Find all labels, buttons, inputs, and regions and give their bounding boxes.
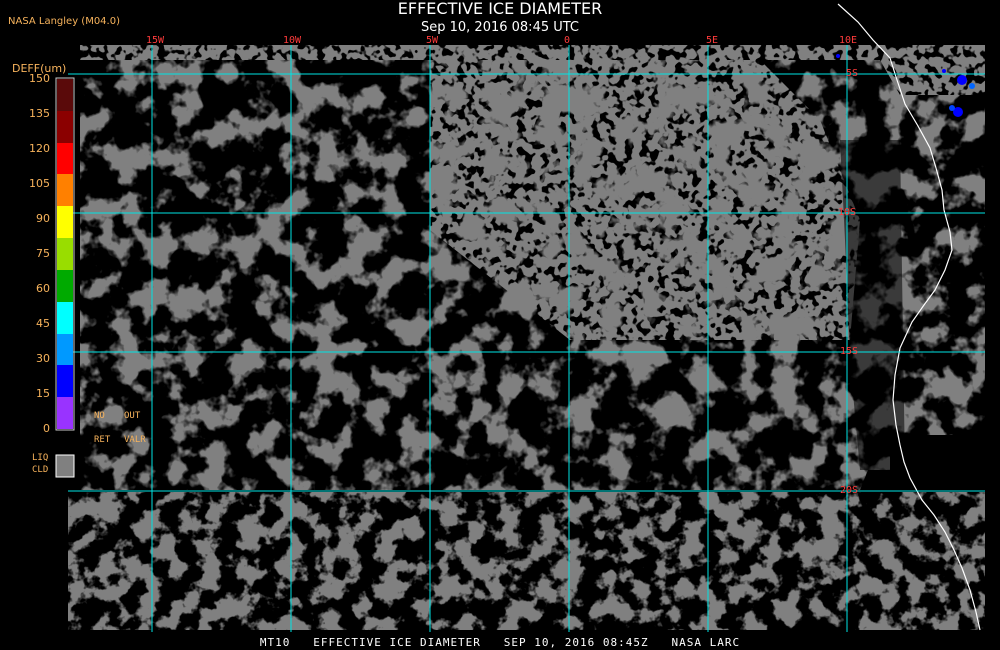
map-timestamp: Sep 10, 2016 08:45 UTC [420, 20, 580, 35]
colorbar-swatch [57, 206, 73, 239]
map-title: EFFECTIVE ICE DIAMETER [397, 0, 603, 18]
lat-label-20s: 20S [840, 485, 859, 496]
colorbar-tick-label: 120 [29, 142, 50, 155]
colorbar-swatch [57, 142, 73, 175]
colorbar-tick-label: 45 [36, 317, 50, 330]
no-retrieval-label: NO RET [94, 411, 111, 445]
colorbar-swatch [57, 269, 73, 302]
colorbar-swatch [57, 365, 73, 398]
colorbar-swatch [57, 301, 73, 334]
lat-label-5s: 5S [846, 68, 859, 79]
colorbar-tick-label: 30 [36, 352, 50, 365]
lon-label-15w: 15W [146, 35, 165, 46]
lon-label-5e: 5E [706, 35, 719, 46]
colorbar-tick-label: 15 [36, 387, 50, 400]
colorbar-tick-label: 135 [29, 107, 50, 120]
colorbar-swatch [57, 110, 73, 143]
lon-label-10w: 10W [283, 35, 302, 46]
colorbar-tick-label: 105 [29, 177, 50, 190]
colorbar-swatch [57, 238, 73, 271]
out-of-range-label: OUT VALR [124, 411, 146, 445]
colorbar-swatch [57, 333, 73, 366]
colorbar-tick-label: 90 [36, 212, 50, 225]
data-source: NASA Langley (M04.0) [8, 16, 120, 27]
colorbar-swatch [57, 174, 73, 207]
liquid-cloud-label: LIQ CLD [32, 453, 49, 475]
lon-label-10e: 10E [839, 35, 858, 46]
colorbar-tick-label: 75 [36, 247, 50, 260]
lon-label-5w: 5W [426, 35, 439, 46]
lon-label-0: 0 [564, 35, 571, 46]
colorbar-swatch [57, 397, 73, 430]
colorbar-tick-label: 150 [29, 72, 50, 85]
lat-label-15s: 15S [840, 346, 859, 357]
colorbar-tick-label: 0 [43, 422, 50, 435]
colorbar-tick-label: 60 [36, 282, 50, 295]
colorbar-swatch [57, 79, 73, 111]
satellite-map [0, 0, 1000, 650]
lat-label-10s: 10S [838, 207, 857, 218]
footer-caption: MT10 EFFECTIVE ICE DIAMETER SEP 10, 2016… [259, 636, 741, 649]
